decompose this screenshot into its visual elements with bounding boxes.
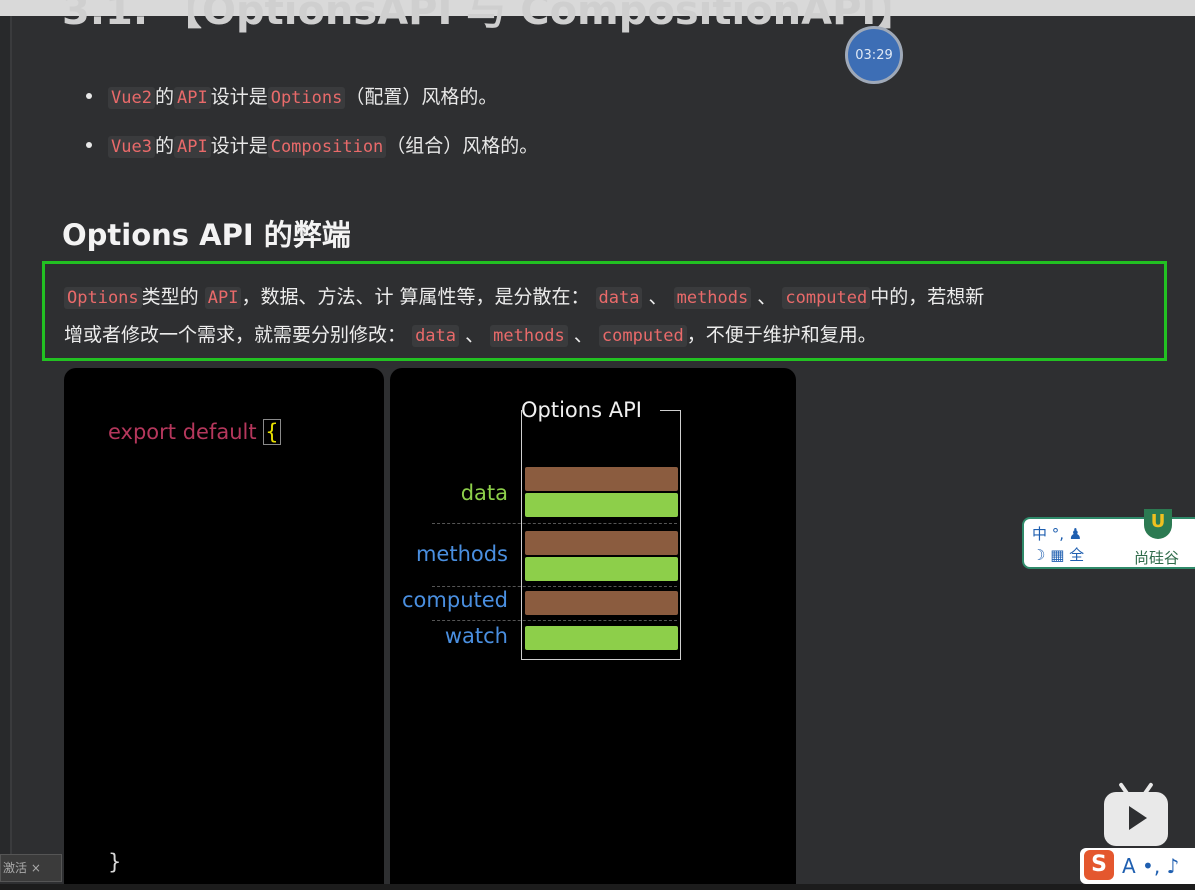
- code-panel: [64, 368, 384, 884]
- paragraph-line-1: Options 类型的 API ，数据、方法、计 算属性等，是分散在： data 、…: [64, 282, 984, 309]
- activation-tooltip[interactable]: 激活 ×: [0, 854, 62, 882]
- sogou-input-bar[interactable]: S A •, ♪: [1080, 848, 1195, 884]
- text: 的: [154, 86, 174, 108]
- data-bar-green: [525, 493, 678, 517]
- bottom-bar: [0, 884, 1195, 890]
- code-api: API: [173, 87, 211, 109]
- bullet-vue3: Vue3 的 API 设计是 Composition （组合）风格的。: [86, 131, 538, 158]
- sogou-status[interactable]: A •, ♪: [1122, 854, 1179, 878]
- watch-bar-green: [525, 626, 678, 650]
- diagram-label-computed: computed: [402, 588, 508, 612]
- left-edge: [0, 16, 10, 854]
- text: （组合）风格的。: [386, 135, 539, 157]
- text: ，数据、方法、计 算属性等，是分散在：: [241, 286, 590, 308]
- text: （配置）风格的。: [345, 86, 498, 108]
- code-methods: methods: [673, 287, 752, 309]
- ime-row-2[interactable]: ☽ ▦ 全: [1032, 544, 1084, 565]
- play-icon: [1129, 806, 1147, 830]
- divider: [432, 586, 677, 587]
- text: 的: [154, 135, 174, 157]
- data-bar-brown: [525, 467, 678, 491]
- code-composition: Composition: [267, 136, 387, 158]
- divider: [432, 620, 677, 621]
- separator: 、: [573, 324, 593, 346]
- separator: 、: [757, 286, 777, 308]
- paragraph-line-2: 增或者修改一个需求，就需要分别修改： data 、 methods 、 comp…: [64, 320, 877, 347]
- ime-toolbar[interactable]: 中 °, ♟ ☽ ▦ 全 U 尚硅谷: [1022, 509, 1195, 569]
- code-options: Options: [64, 287, 142, 309]
- code-vue2: Vue2: [108, 87, 155, 109]
- open-brace: {: [263, 419, 281, 445]
- tv-antenna: [1118, 782, 1130, 796]
- divider: [432, 523, 677, 524]
- close-brace: }: [108, 850, 122, 874]
- timer-value: 03:29: [855, 47, 893, 63]
- separator: 、: [648, 286, 668, 308]
- code-options: Options: [267, 87, 346, 109]
- text: 增或者修改一个需求，就需要分别修改：: [64, 324, 407, 346]
- bullet-dot: [86, 92, 92, 99]
- diagram-label-data: data: [460, 481, 508, 505]
- text: 设计是: [210, 135, 268, 157]
- ime-row-1[interactable]: 中 °, ♟: [1032, 523, 1082, 544]
- bullet-dot: [86, 141, 92, 148]
- code-vue3: Vue3: [108, 136, 155, 158]
- text: 中的，若想新: [870, 286, 985, 308]
- code-data: data: [412, 325, 460, 347]
- computed-bar-brown: [525, 591, 678, 615]
- code-data: data: [595, 287, 643, 309]
- code-methods: methods: [490, 325, 568, 347]
- code-api: API: [204, 287, 242, 309]
- methods-bar-brown: [525, 531, 678, 555]
- bullet-vue2: Vue2 的 API 设计是 Options （配置）风格的。: [86, 82, 497, 109]
- code-computed: computed: [782, 287, 871, 309]
- text: 类型的: [141, 286, 199, 308]
- text: ，不便于维护和复用。: [686, 324, 877, 346]
- code-api: API: [173, 136, 211, 158]
- code-computed: computed: [598, 325, 687, 347]
- text: 设计是: [210, 86, 268, 108]
- timer-badge[interactable]: 03:29: [845, 26, 903, 84]
- ime-brand: 尚硅谷: [1134, 549, 1180, 567]
- diagram-label-watch: watch: [444, 624, 508, 648]
- diagram-label-methods: methods: [415, 542, 508, 566]
- ime-logo-icon: U: [1144, 509, 1172, 539]
- separator: 、: [465, 324, 485, 346]
- tv-antenna: [1142, 782, 1154, 796]
- frame-top-line: [660, 410, 680, 411]
- left-edge-line: [10, 16, 12, 854]
- methods-bar-green: [525, 557, 678, 581]
- section-title: Options API 的弊端: [62, 218, 351, 252]
- sogou-logo-icon: S: [1084, 850, 1114, 880]
- page-title: 3.1. 【OptionsAPI 与 CompositionAPI】: [62, 0, 917, 34]
- bilibili-tv-icon[interactable]: [1104, 782, 1168, 846]
- keyword: export default: [108, 420, 264, 444]
- code-export-default: export default {: [108, 419, 281, 445]
